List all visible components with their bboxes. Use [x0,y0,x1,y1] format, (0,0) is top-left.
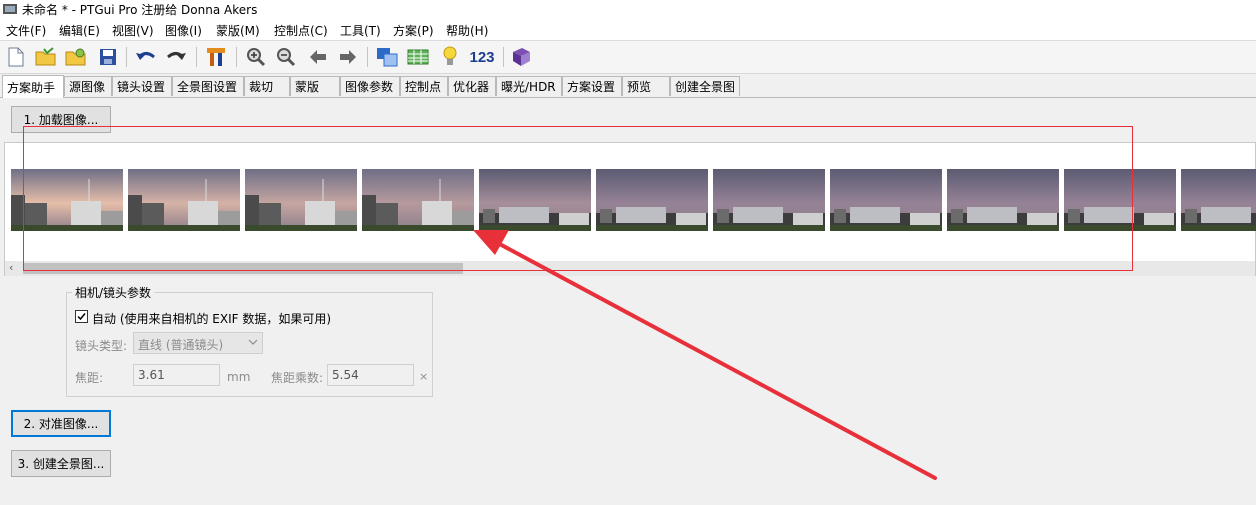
tab-label: 源图像 [69,80,106,94]
camera-lens-group-title: 相机/镜头参数 [72,284,155,301]
forward-icon[interactable] [335,44,361,70]
title-bar: 未命名 * - PTGui Pro 注册给 Donna Akers [0,0,1256,18]
tab-crop[interactable]: 裁切 [244,76,290,96]
menu-control-points[interactable]: 控制点(C) [274,22,328,39]
image-thumbnail[interactable] [245,169,357,231]
tab-project-settings[interactable]: 方案设置 [562,76,622,96]
tab-label: 裁切 [249,80,274,94]
tab-label: 曝光/HDR [501,80,556,94]
focal-length-field[interactable]: 3.61 [133,364,220,386]
tab-optimizer[interactable]: 优化器 [448,76,496,96]
tab-label: 镜头设置 [117,80,166,94]
image-thumbnail[interactable] [11,169,123,231]
menu-project[interactable]: 方案(P) [393,22,434,39]
tab-lens-settings[interactable]: 镜头设置 [112,76,172,96]
menu-file[interactable]: 文件(F) [6,22,46,39]
lens-type-select[interactable]: 直线 (普通镜头) [133,332,263,354]
tools-icon[interactable] [203,44,229,70]
focal-length-unit: mm [227,370,251,384]
book-icon[interactable] [508,44,534,70]
image-thumbnail[interactable] [1064,169,1176,231]
tab-label: 方案助手 [7,80,56,95]
thumbnail-strip[interactable]: ‹ [4,142,1256,276]
image-thumbnail[interactable] [830,169,942,231]
tab-label: 蒙版 [295,80,320,94]
toolbar: 123 [0,41,1256,74]
image-thumbnail[interactable] [362,169,474,231]
scroll-left-icon[interactable]: ‹ [9,261,13,274]
image-thumbnail[interactable] [596,169,708,231]
tab-source-images[interactable]: 源图像 [64,76,112,96]
tab-image-parameters[interactable]: 图像参数 [340,76,400,96]
create-panorama-button[interactable]: 3. 创建全景图... [11,450,111,477]
tab-label: 优化器 [453,80,490,94]
menu-edit[interactable]: 编辑(E) [59,22,100,39]
numbers-icon[interactable]: 123 [466,44,498,70]
tab-bar: 方案助手 源图像 镜头设置 全景图设置 裁切 蒙版 图像参数 控制点 优化器 曝… [0,75,1256,98]
zoom-out-icon[interactable] [273,44,299,70]
auto-exif-label: 自动 (使用来自相机的 EXIF 数据，如果可用) [92,312,332,326]
menu-help[interactable]: 帮助(H) [446,22,488,39]
numbers-label: 123 [469,48,495,66]
tab-label: 图像参数 [345,80,394,94]
tab-mask[interactable]: 蒙版 [290,76,340,96]
menu-tools[interactable]: 工具(T) [340,22,381,39]
crop-factor-field[interactable]: 5.54 [327,364,414,386]
image-thumbnail[interactable] [128,169,240,231]
back-icon[interactable] [305,44,331,70]
tab-panorama-settings[interactable]: 全景图设置 [172,76,244,96]
tab-label: 全景图设置 [177,80,238,94]
tab-label: 预览 [627,80,652,94]
zoom-in-icon[interactable] [243,44,269,70]
undo-icon[interactable] [133,44,159,70]
load-images-button[interactable]: 1. 加载图像... [11,106,111,133]
tab-preview[interactable]: 预览 [622,76,670,96]
save-icon[interactable] [95,44,121,70]
image-thumbnail[interactable] [947,169,1059,231]
auto-exif-checkbox[interactable] [75,310,88,323]
open-recent-icon[interactable] [63,44,89,70]
panorama-editor-icon[interactable] [374,44,400,70]
table-icon[interactable] [405,44,431,70]
crop-factor-suffix: × [419,370,429,383]
menu-mask[interactable]: 蒙版(M) [216,22,260,39]
image-thumbnail[interactable] [479,169,591,231]
tab-control-points[interactable]: 控制点 [400,76,448,96]
menu-image[interactable]: 图像(I) [165,22,202,39]
focal-length-label: 焦距: [75,371,104,385]
window-title: 未命名 * - PTGui Pro 注册给 Donna Akers [22,3,258,17]
app-icon [3,4,17,14]
open-folder-icon[interactable] [33,44,59,70]
chevron-down-icon [248,339,258,345]
tab-create-panorama[interactable]: 创建全景图 [670,76,740,96]
tab-exposure-hdr[interactable]: 曝光/HDR [496,76,562,96]
tab-label: 创建全景图 [675,80,736,94]
new-file-icon[interactable] [3,44,29,70]
tab-label: 控制点 [405,80,442,94]
tab-label: 方案设置 [567,80,616,94]
lens-type-label: 镜头类型: [75,339,128,353]
scrollbar-thumb[interactable] [23,263,463,274]
tab-project-assistant[interactable]: 方案助手 [2,75,64,98]
menu-view[interactable]: 视图(V) [112,22,154,39]
horizontal-scrollbar[interactable]: ‹ [5,261,1255,276]
redo-icon[interactable] [163,44,189,70]
image-thumbnail[interactable] [1181,169,1256,231]
lightbulb-icon[interactable] [437,44,463,70]
crop-factor-label: 焦距乘数: [271,371,324,385]
image-thumbnail[interactable] [713,169,825,231]
menu-bar: 文件(F) 编辑(E) 视图(V) 图像(I) 蒙版(M) 控制点(C) 工具(… [0,18,1256,41]
lens-type-value: 直线 (普通镜头) [138,338,224,352]
align-images-button[interactable]: 2. 对准图像... [11,410,111,437]
checkmark-icon [77,313,86,321]
